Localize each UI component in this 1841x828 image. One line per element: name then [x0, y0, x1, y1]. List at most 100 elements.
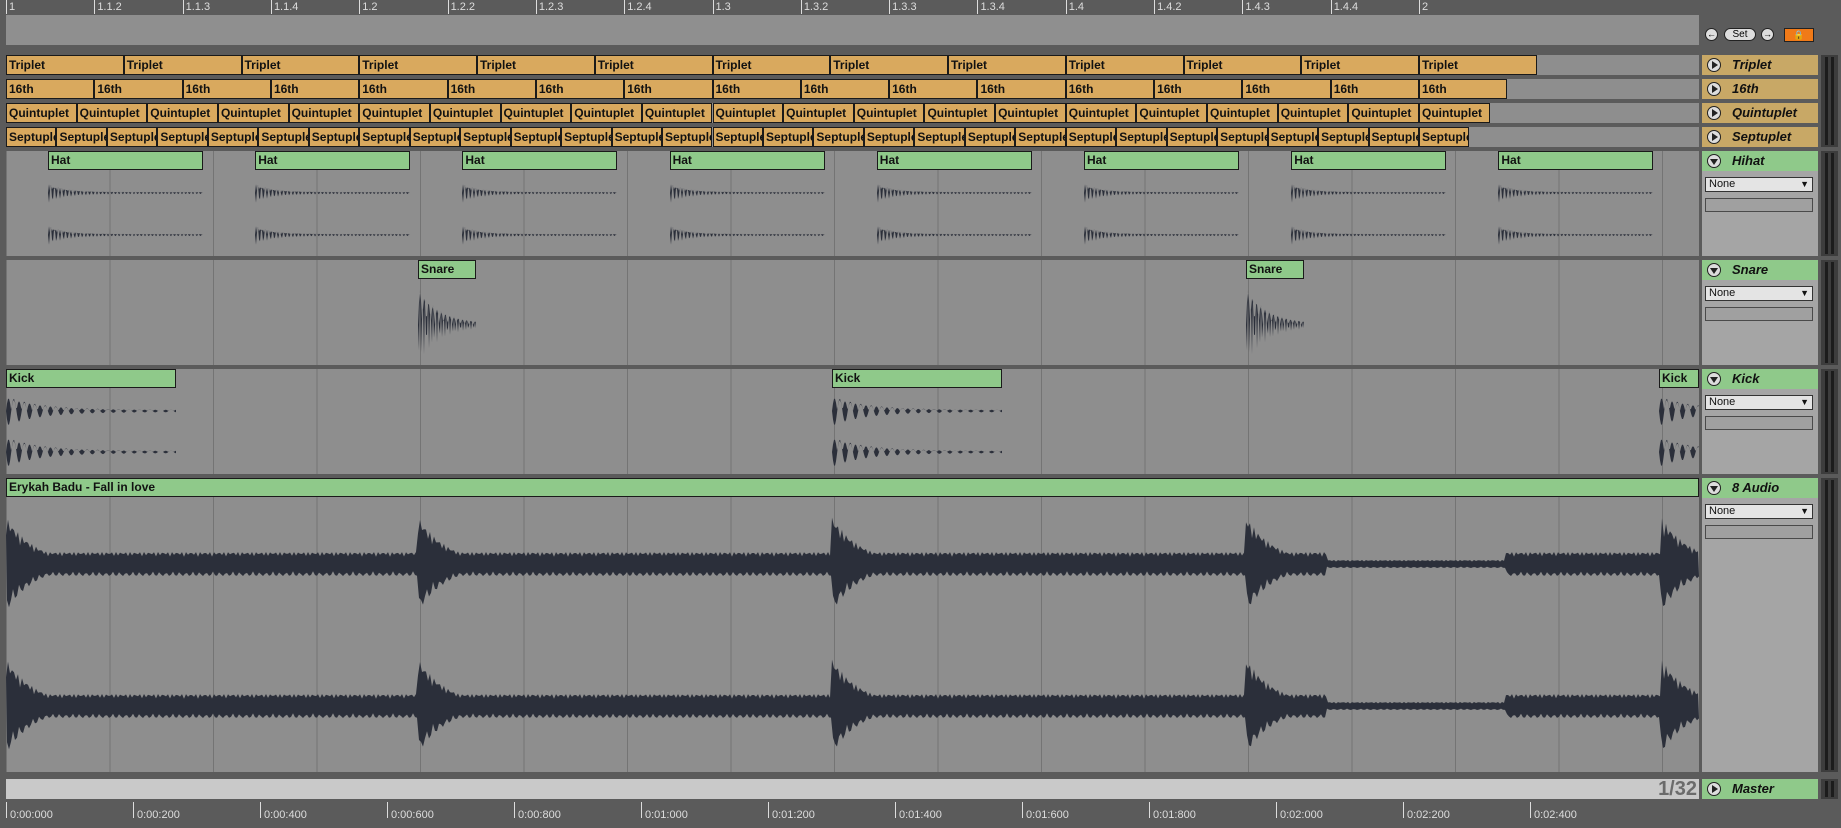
- grid-clip[interactable]: Septuplet: [813, 127, 864, 147]
- grid-clip[interactable]: 16th: [1154, 79, 1243, 99]
- grid-clip[interactable]: 16th: [535, 79, 625, 99]
- grid-clip[interactable]: 16th: [359, 79, 448, 99]
- snare-lane[interactable]: Snare Snare: [6, 260, 1699, 365]
- grid-clip[interactable]: 16th: [800, 79, 890, 99]
- back-arrow-icon[interactable]: ←: [1705, 28, 1718, 41]
- grid-clip[interactable]: Quintuplet: [853, 103, 925, 123]
- grid-clip[interactable]: 16th: [94, 79, 183, 99]
- grid-clip[interactable]: 16th: [1065, 79, 1155, 99]
- grid-clip[interactable]: Septuplet: [762, 127, 814, 147]
- quintuplet-lane[interactable]: Quintuplet Quintuplet Quintuplet Quintuplet…: [6, 103, 1699, 123]
- input-field[interactable]: [1705, 525, 1813, 539]
- grid-clip[interactable]: Triplet: [1301, 55, 1419, 75]
- grid-clip[interactable]: Quintuplet: [288, 103, 360, 123]
- hihat-lane[interactable]: Hat Hat Hat Hat Hat Hat Hat Hat: [6, 151, 1699, 256]
- sixteenth-track-header[interactable]: 16th: [1702, 79, 1818, 99]
- audio-clip[interactable]: Snare: [1246, 260, 1304, 279]
- grid-clip[interactable]: Septuplet: [207, 127, 259, 147]
- snare-track-header[interactable]: Snare None: [1702, 260, 1818, 365]
- input-select[interactable]: None: [1705, 286, 1813, 301]
- audio-lane[interactable]: Erykah Badu - Fall in love: [6, 478, 1699, 772]
- kick-track-header[interactable]: Kick None: [1702, 369, 1818, 474]
- grid-clip[interactable]: Septuplet: [157, 127, 208, 147]
- grid-clip[interactable]: Quintuplet: [924, 103, 996, 123]
- grid-clip[interactable]: Quintuplet: [1207, 103, 1278, 123]
- grid-clip[interactable]: Triplet: [359, 55, 477, 75]
- grid-clip[interactable]: Triplet: [1419, 55, 1537, 75]
- grid-clip[interactable]: Septuplet: [1318, 127, 1369, 147]
- play-icon[interactable]: [1707, 58, 1721, 72]
- audio-clip[interactable]: Hat: [1498, 151, 1654, 170]
- septuplet-lane[interactable]: SeptupletSeptupletSeptupletSeptupletSept…: [6, 127, 1699, 147]
- grid-clip[interactable]: Septuplet: [1419, 127, 1470, 147]
- grid-clip[interactable]: Septuplet: [308, 127, 360, 147]
- septuplet-track-header[interactable]: Septuplet: [1702, 127, 1818, 147]
- triplet-track-header[interactable]: Triplet: [1702, 55, 1818, 75]
- grid-clip[interactable]: Quintuplet: [429, 103, 501, 123]
- grid-clip[interactable]: Quintuplet: [783, 103, 854, 123]
- quintuplet-track-header[interactable]: Quintuplet: [1702, 103, 1818, 123]
- triplet-lane[interactable]: Triplet Triplet Triplet Triplet Triplet Tripl…: [6, 55, 1699, 75]
- grid-clip[interactable]: Septuplet: [611, 127, 663, 147]
- grid-clip[interactable]: Septuplet: [1116, 127, 1167, 147]
- audio-clip[interactable]: Hat: [255, 151, 411, 170]
- audio-clip[interactable]: Hat: [48, 151, 203, 170]
- grid-clip[interactable]: Septuplet: [1166, 127, 1218, 147]
- grid-clip[interactable]: Quintuplet: [641, 103, 713, 123]
- fold-icon[interactable]: [1707, 481, 1721, 495]
- grid-clip[interactable]: Septuplet: [409, 127, 461, 147]
- sixteenth-lane[interactable]: 16th 16th 16th 16th 16th 16th 16th 16th 16th 16th…: [6, 79, 1699, 99]
- grid-clip[interactable]: Quintuplet: [500, 103, 572, 123]
- input-select[interactable]: None: [1705, 395, 1813, 410]
- grid-clip[interactable]: Septuplet: [106, 127, 158, 147]
- grid-clip[interactable]: Quintuplet: [1065, 103, 1137, 123]
- grid-clip[interactable]: Quintuplet: [712, 103, 784, 123]
- audio-clip[interactable]: Kick: [832, 369, 1002, 388]
- audio-clip[interactable]: Hat: [876, 151, 1032, 170]
- grid-clip[interactable]: Septuplet: [6, 127, 57, 147]
- grid-clip[interactable]: Triplet: [830, 55, 948, 75]
- grid-clip[interactable]: Septuplet: [662, 127, 713, 147]
- grid-clip[interactable]: 16th: [889, 79, 978, 99]
- play-icon[interactable]: [1707, 130, 1721, 144]
- grid-clip[interactable]: Septuplet: [561, 127, 612, 147]
- grid-clip[interactable]: 16th: [977, 79, 1066, 99]
- bar-ruler[interactable]: 1 1.1.2 1.1.3 1.1.4 1.2 1.2.2 1.2.3 1.2.4 1.3 1.3…: [0, 0, 1700, 14]
- grid-clip[interactable]: Septuplet: [460, 127, 511, 147]
- grid-clip[interactable]: Triplet: [1065, 55, 1184, 75]
- set-button[interactable]: Set: [1724, 28, 1756, 41]
- grid-clip[interactable]: Septuplet: [1217, 127, 1268, 147]
- fold-icon[interactable]: [1707, 263, 1721, 277]
- fold-icon[interactable]: [1707, 154, 1721, 168]
- fold-icon[interactable]: [1707, 372, 1721, 386]
- grid-clip[interactable]: Triplet: [123, 55, 242, 75]
- grid-clip[interactable]: 16th: [712, 79, 801, 99]
- grid-clip[interactable]: Quintuplet: [571, 103, 642, 123]
- audio-clip[interactable]: Kick: [1659, 369, 1699, 388]
- grid-clip[interactable]: Septuplet: [56, 127, 107, 147]
- grid-clip[interactable]: Triplet: [241, 55, 360, 75]
- grid-clip[interactable]: Quintuplet: [359, 103, 430, 123]
- input-select[interactable]: None: [1705, 504, 1813, 519]
- audio-clip[interactable]: Kick: [6, 369, 176, 388]
- grid-clip[interactable]: Quintuplet: [76, 103, 148, 123]
- grid-clip[interactable]: Triplet: [712, 55, 831, 75]
- grid-clip[interactable]: Triplet: [594, 55, 713, 75]
- grid-clip[interactable]: 16th: [270, 79, 360, 99]
- grid-clip[interactable]: 16th: [182, 79, 271, 99]
- grid-clip[interactable]: 16th: [1242, 79, 1331, 99]
- grid-clip[interactable]: Quintuplet: [1277, 103, 1349, 123]
- scrub-area[interactable]: [6, 15, 1699, 45]
- hihat-track-header[interactable]: Hihat None: [1702, 151, 1818, 256]
- grid-clip[interactable]: Septuplet: [914, 127, 965, 147]
- play-icon[interactable]: [1707, 106, 1721, 120]
- input-field[interactable]: [1705, 198, 1813, 212]
- audio-clip[interactable]: Hat: [669, 151, 825, 170]
- grid-clip[interactable]: 16th: [447, 79, 536, 99]
- input-field[interactable]: [1705, 307, 1813, 321]
- grid-clip[interactable]: Septuplet: [359, 127, 410, 147]
- audio-clip[interactable]: Hat: [1291, 151, 1447, 170]
- master-lane[interactable]: 1/32: [6, 779, 1699, 799]
- grid-clip[interactable]: Septuplet: [712, 127, 763, 147]
- grid-clip[interactable]: Septuplet: [1267, 127, 1319, 147]
